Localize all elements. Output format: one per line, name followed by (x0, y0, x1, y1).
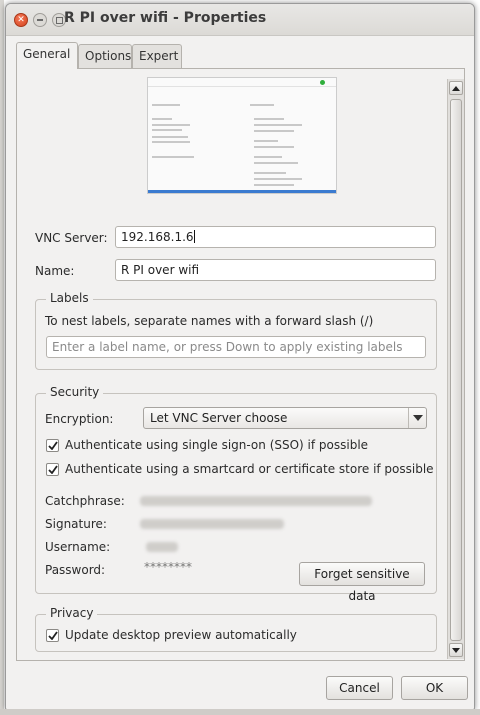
vertical-scrollbar[interactable] (447, 79, 464, 659)
vnc-server-input[interactable]: 192.168.1.6 (115, 226, 436, 248)
checkmark-icon (47, 631, 58, 640)
sso-label[interactable]: Authenticate using single sign-on (SSO) … (65, 438, 368, 452)
catchphrase-value-redacted (140, 496, 372, 506)
password-value: ******** (144, 560, 192, 574)
window-title: R PI over wifi - Properties (64, 10, 267, 26)
tab-general[interactable]: General (16, 42, 78, 69)
vnc-server-label: VNC Server: (35, 231, 108, 245)
desktop-preview-image (147, 77, 337, 194)
text-caret (193, 230, 195, 243)
label-name-input[interactable]: Enter a label name, or press Down to app… (46, 336, 426, 358)
checkmark-icon (47, 465, 58, 474)
close-window-icon[interactable]: ✕ (14, 13, 28, 27)
scroll-up-icon[interactable] (449, 81, 463, 95)
update-preview-label[interactable]: Update desktop preview automatically (65, 628, 297, 642)
desktop-background-strip (0, 0, 4, 715)
tab-expert[interactable]: Expert (132, 44, 182, 68)
privacy-frame-title: Privacy (46, 606, 98, 620)
security-frame: Security Encryption: Let VNC Server choo… (35, 385, 437, 603)
name-input[interactable]: R PI over wifi (115, 259, 436, 281)
encryption-value: Let VNC Server choose (150, 411, 288, 425)
chevron-down-icon (408, 408, 426, 428)
title-bar[interactable]: ✕ R PI over wifi - Properties (6, 4, 474, 36)
checkmark-icon (47, 441, 58, 450)
scrollbar-thumb[interactable] (450, 99, 462, 641)
smartcard-checkbox[interactable] (46, 463, 59, 476)
vnc-server-value: 192.168.1.6 (121, 230, 194, 244)
properties-window: ✕ R PI over wifi - Properties General Op… (5, 3, 475, 710)
labels-frame: Labels To nest labels, separate names wi… (35, 291, 437, 370)
ok-button[interactable]: OK (401, 676, 468, 700)
general-panel: VNC Server: 192.168.1.6 Name: R PI over … (16, 68, 465, 661)
smartcard-label[interactable]: Authenticate using a smartcard or certif… (65, 462, 434, 476)
sso-checkbox[interactable] (46, 439, 59, 452)
minimize-window-icon[interactable] (33, 13, 47, 27)
labels-frame-title: Labels (46, 291, 93, 305)
tab-options[interactable]: Options (78, 44, 132, 68)
encryption-label: Encryption: (45, 412, 114, 426)
signature-value-redacted (140, 519, 284, 529)
signature-label: Signature: (45, 517, 107, 531)
update-preview-checkbox[interactable] (46, 629, 59, 642)
name-label: Name: (35, 264, 75, 278)
username-label: Username: (45, 540, 111, 554)
scroll-down-icon[interactable] (449, 643, 463, 657)
username-value-redacted (146, 542, 178, 552)
cancel-button[interactable]: Cancel (326, 676, 393, 700)
catchphrase-label: Catchphrase: (45, 494, 125, 508)
forget-sensitive-data-button[interactable]: Forget sensitive data (299, 562, 425, 603)
labels-hint: To nest labels, separate names with a fo… (45, 314, 374, 328)
password-label: Password: (45, 563, 106, 577)
encryption-select[interactable]: Let VNC Server choose (143, 407, 427, 429)
privacy-frame: Privacy Update desktop preview automatic… (35, 606, 437, 652)
security-frame-title: Security (46, 385, 104, 399)
desktop-bottom-strip (0, 709, 480, 715)
